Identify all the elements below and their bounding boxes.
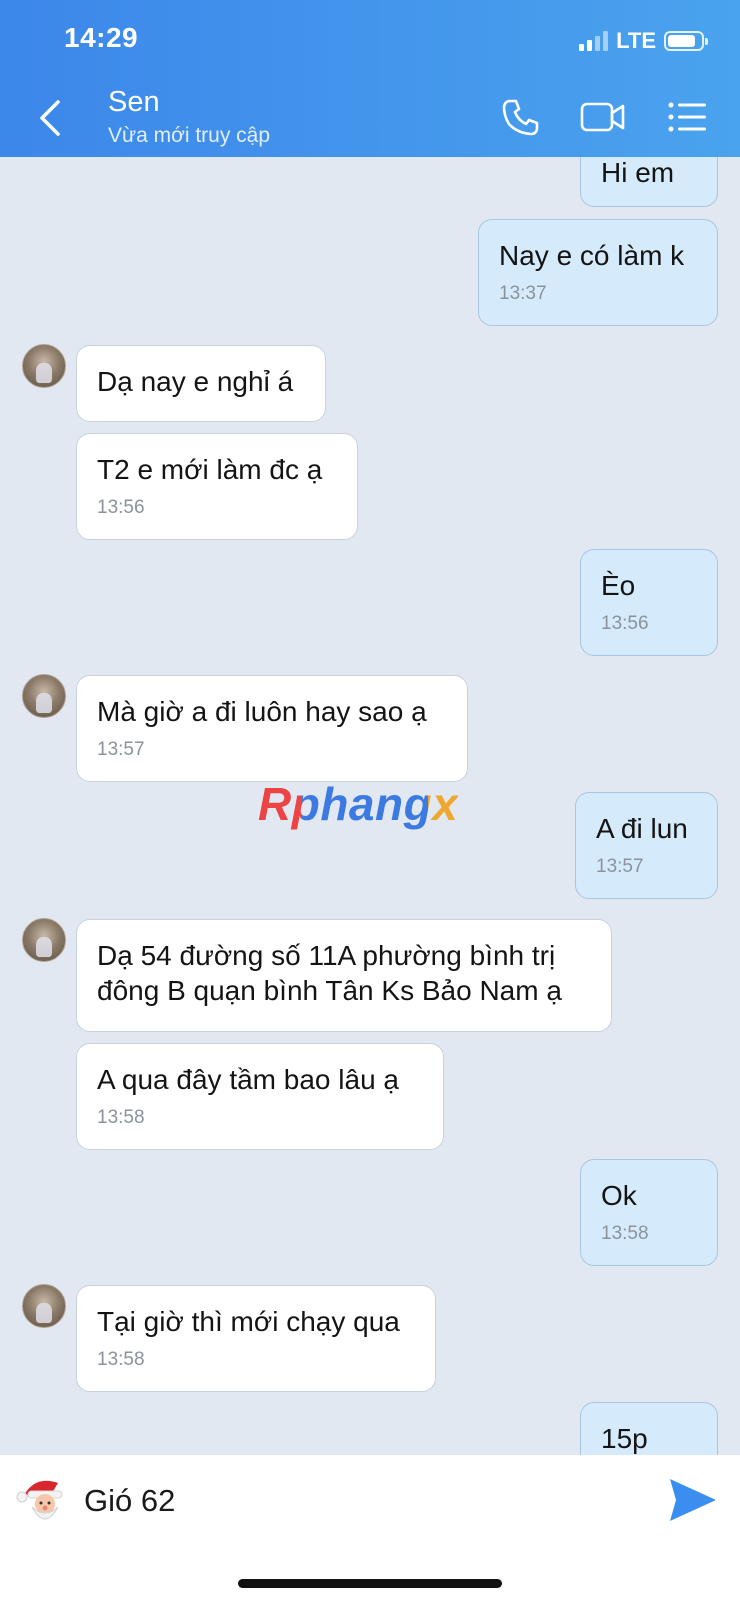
message-text: Dạ nay e nghỉ á <box>97 366 294 397</box>
message-time: 13:58 <box>97 1349 145 1370</box>
battery-icon <box>664 31 708 51</box>
contact-avatar[interactable] <box>22 674 66 718</box>
contact-name[interactable]: Sen <box>108 86 160 119</box>
santa-sticker-icon[interactable] <box>14 1473 74 1527</box>
message-bubble-outgoing[interactable]: Nay e có làm k 13:37 <box>478 219 718 326</box>
message-bubble-outgoing[interactable]: 15p <box>580 1402 718 1455</box>
message-time: 13:56 <box>97 497 145 518</box>
message-text: T2 e mới làm đc ạ <box>97 454 323 485</box>
message-input[interactable]: Gió 62 <box>84 1483 175 1519</box>
status-indicators: LTE <box>579 28 708 54</box>
message-bubble-incoming[interactable]: A qua đây tầm bao lâu ạ 13:58 <box>76 1043 444 1150</box>
contact-status: Vừa mới truy cập <box>108 124 271 147</box>
contact-avatar[interactable] <box>22 344 66 388</box>
message-bubble-incoming[interactable]: T2 e mới làm đc ạ 13:56 <box>76 433 358 540</box>
message-text: Tại giờ thì mới chạy qua <box>97 1306 400 1337</box>
message-time: 13:56 <box>601 613 649 634</box>
message-time: 13:37 <box>499 283 547 304</box>
composer-bar: Gió 62 <box>0 1455 740 1600</box>
message-text: Nay e có làm k <box>499 240 685 271</box>
watermark-logo: Rphangx <box>258 778 459 830</box>
list-menu-icon[interactable] <box>666 96 708 138</box>
chat-header: 14:29 LTE Sen Vừa mới truy cập <box>0 0 740 157</box>
video-camera-icon[interactable] <box>580 96 626 138</box>
status-time: 14:29 <box>64 22 139 53</box>
message-bubble-incoming[interactable]: Tại giờ thì mới chạy qua 13:58 <box>76 1285 436 1392</box>
message-time: 13:57 <box>596 856 644 877</box>
signal-icon <box>579 31 609 51</box>
chevron-left-icon[interactable] <box>36 98 66 138</box>
message-bubble-incoming[interactable]: Dạ 54 đường số 11A phường bình trị đông … <box>76 919 612 1032</box>
message-time: 13:58 <box>601 1223 649 1244</box>
message-text: Èo <box>601 570 636 601</box>
message-bubble-outgoing[interactable]: Ok 13:58 <box>580 1159 718 1266</box>
home-indicator <box>238 1579 502 1588</box>
message-bubble-incoming[interactable]: Mà giờ a đi luôn hay sao ạ 13:57 <box>76 675 468 782</box>
message-text: Hi em <box>601 157 675 188</box>
message-time: 13:58 <box>97 1107 145 1128</box>
send-arrow-icon[interactable] <box>666 1475 718 1525</box>
contact-avatar[interactable] <box>22 1284 66 1328</box>
message-time: 13:57 <box>97 739 145 760</box>
message-text: Ok <box>601 1180 637 1211</box>
message-bubble-outgoing[interactable]: A đi lun 13:57 <box>575 792 718 899</box>
contact-avatar[interactable] <box>22 918 66 962</box>
network-type: LTE <box>616 28 656 53</box>
message-text: Mà giờ a đi luôn hay sao ạ <box>97 696 427 727</box>
message-text: A qua đây tầm bao lâu ạ <box>97 1064 399 1095</box>
message-bubble-outgoing[interactable]: Èo 13:56 <box>580 549 718 656</box>
message-bubble-incoming[interactable]: Dạ nay e nghỉ á <box>76 345 326 422</box>
message-text: Dạ 54 đường số 11A phường bình trị đông … <box>97 940 562 1006</box>
phone-icon[interactable] <box>500 96 542 138</box>
message-text: A đi lun <box>596 813 688 844</box>
message-text: 15p <box>601 1423 648 1454</box>
message-bubble-outgoing[interactable]: Hi em <box>580 157 718 207</box>
